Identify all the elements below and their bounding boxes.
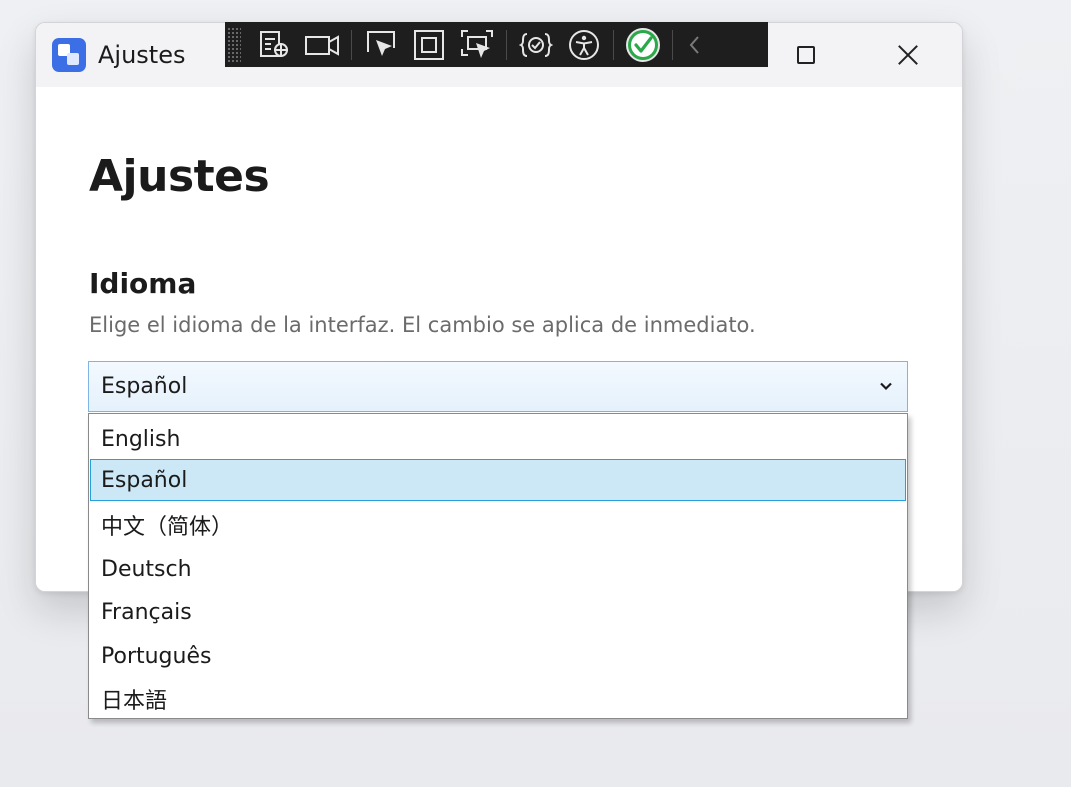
language-option-francais[interactable]: Français — [90, 591, 906, 633]
binding-failures-button[interactable] — [517, 26, 555, 64]
select-element-icon — [367, 30, 395, 56]
accessibility-button[interactable] — [565, 26, 603, 64]
live-visual-tree-button[interactable] — [255, 26, 293, 64]
toolbar-separator — [351, 29, 352, 60]
language-select-value: Español — [101, 374, 188, 399]
layout-adorner-icon — [414, 29, 444, 60]
app-icon-square — [67, 53, 79, 65]
language-select[interactable]: Español — [88, 361, 908, 412]
toolbar-separator — [506, 29, 507, 60]
toolbar-separator — [613, 29, 614, 60]
toolbar-grip[interactable] — [227, 26, 241, 63]
language-option-english[interactable]: English — [90, 418, 906, 460]
chevron-left-icon — [689, 35, 699, 54]
language-option-espanol[interactable]: Español — [90, 459, 906, 501]
accessibility-checker-button[interactable] — [624, 26, 662, 64]
display-layout-adorners-button[interactable] — [410, 26, 448, 64]
video-camera-icon — [305, 34, 339, 56]
select-element-button[interactable] — [362, 26, 400, 64]
xaml-debug-toolbar — [225, 22, 768, 67]
app-icon — [52, 38, 86, 72]
page-title: Ajustes — [89, 151, 270, 202]
binding-failures-icon — [518, 32, 554, 57]
live-visual-tree-icon — [260, 30, 288, 57]
maximize-button[interactable] — [776, 33, 836, 77]
language-option-portugues[interactable]: Português — [90, 635, 906, 677]
language-section-title: Idioma — [89, 267, 197, 300]
language-options-list: English Español 中文（简体） Deutsch Français … — [88, 413, 908, 719]
language-section-description: Elige el idioma de la interfaz. El cambi… — [89, 313, 756, 337]
close-button[interactable] — [878, 33, 938, 77]
track-focus-icon — [461, 29, 493, 58]
toolbar-separator — [672, 29, 673, 60]
close-icon — [897, 44, 919, 66]
check-circle-icon — [626, 27, 660, 62]
accessibility-icon — [569, 29, 599, 60]
language-option-chinese-simplified[interactable]: 中文（简体） — [90, 504, 906, 546]
language-option-japanese[interactable]: 日本語 — [90, 678, 906, 720]
language-option-deutsch[interactable]: Deutsch — [90, 548, 906, 590]
maximize-icon — [797, 46, 815, 64]
track-focus-button[interactable] — [458, 26, 496, 64]
chevron-down-icon — [880, 382, 892, 391]
collapse-toolbar-button[interactable] — [683, 26, 707, 64]
window-title: Ajustes — [98, 41, 186, 69]
record-button[interactable] — [303, 26, 341, 64]
